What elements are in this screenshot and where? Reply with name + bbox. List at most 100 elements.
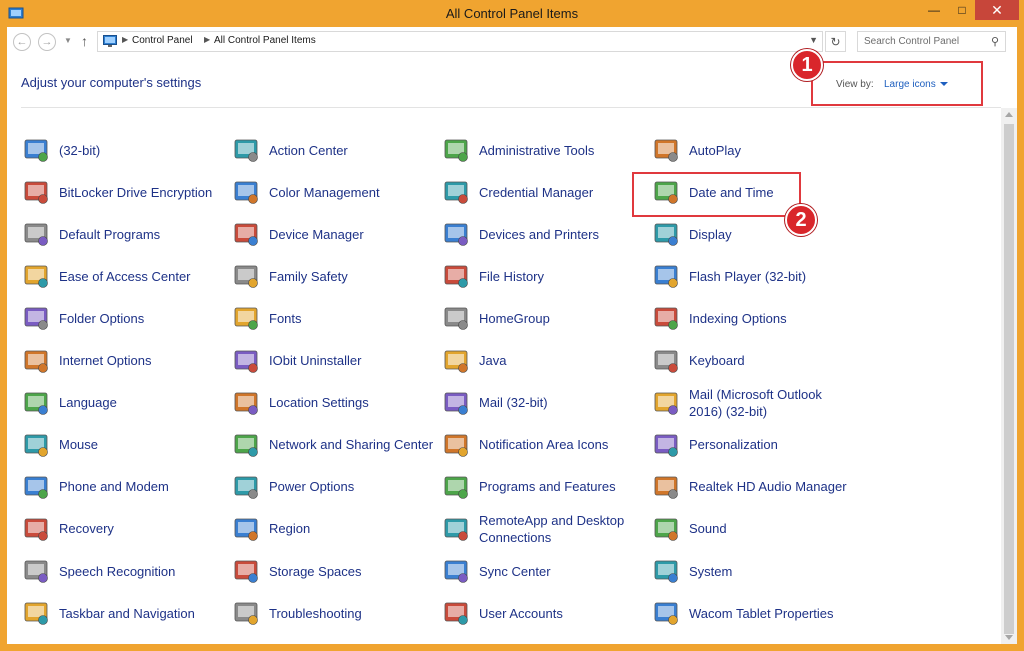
control-panel-item[interactable]: File History — [441, 259, 641, 293]
control-panel-item[interactable]: IObit Uninstaller — [231, 344, 431, 378]
control-panel-item[interactable]: Internet Options — [21, 344, 221, 378]
item-label[interactable]: Phone and Modem — [59, 470, 227, 504]
item-label[interactable]: Location Settings — [269, 386, 437, 420]
control-panel-item[interactable]: Mouse — [21, 428, 221, 462]
item-label[interactable]: Troubleshooting — [269, 596, 437, 630]
item-label[interactable]: Recovery — [59, 512, 227, 546]
control-panel-item[interactable]: Mail (32-bit) — [441, 386, 641, 420]
control-panel-item[interactable]: Recovery — [21, 512, 221, 546]
title-bar[interactable]: All Control Panel Items — □ ✕ — [0, 0, 1024, 27]
item-label[interactable]: File History — [479, 259, 647, 293]
control-panel-item[interactable]: Troubleshooting — [231, 596, 431, 630]
control-panel-item[interactable]: Language — [21, 386, 221, 420]
back-button[interactable]: ← — [13, 33, 31, 51]
control-panel-item[interactable]: Realtek HD Audio Manager — [651, 470, 851, 504]
item-label[interactable]: AutoPlay — [689, 133, 857, 167]
maximize-button[interactable]: □ — [948, 0, 976, 20]
control-panel-item[interactable]: Java — [441, 344, 641, 378]
item-label[interactable]: Language — [59, 386, 227, 420]
item-label[interactable]: System — [689, 554, 857, 588]
chevron-right-icon[interactable]: ▶ — [204, 35, 210, 44]
item-label[interactable]: User Accounts — [479, 596, 647, 630]
item-label[interactable]: Display — [689, 217, 857, 251]
control-panel-item[interactable]: Credential Manager — [441, 175, 641, 209]
control-panel-item[interactable]: Flash Player (32-bit) — [651, 259, 851, 293]
control-panel-item[interactable]: BitLocker Drive Encryption — [21, 175, 221, 209]
scrollbar-thumb[interactable] — [1004, 124, 1014, 634]
item-label[interactable]: Network and Sharing Center — [269, 428, 437, 462]
item-label[interactable]: Devices and Printers — [479, 217, 647, 251]
address-bar[interactable]: ▶ Control Panel ▶ All Control Panel Item… — [97, 31, 823, 52]
minimize-button[interactable]: — — [920, 0, 948, 20]
item-label[interactable]: Keyboard — [689, 344, 857, 378]
search-icon[interactable]: ⚲ — [991, 35, 999, 48]
breadcrumb-control-panel[interactable]: Control Panel — [132, 35, 193, 46]
item-label[interactable]: Indexing Options — [689, 301, 857, 335]
control-panel-item[interactable]: Personalization — [651, 428, 851, 462]
item-label[interactable]: Device Manager — [269, 217, 437, 251]
control-panel-item[interactable]: Phone and Modem — [21, 470, 221, 504]
control-panel-item[interactable]: Devices and Printers — [441, 217, 641, 251]
control-panel-item[interactable]: RemoteApp and Desktop Connections — [441, 512, 641, 546]
recent-locations-button[interactable]: ▼ — [64, 36, 72, 45]
control-panel-item[interactable]: Location Settings — [231, 386, 431, 420]
item-label[interactable]: Wacom Tablet Properties — [689, 596, 857, 630]
control-panel-item[interactable]: Region — [231, 512, 431, 546]
item-label[interactable]: Sync Center — [479, 554, 647, 588]
item-label[interactable]: Storage Spaces — [269, 554, 437, 588]
refresh-button[interactable]: ↻ — [825, 31, 846, 52]
item-label[interactable]: Ease of Access Center — [59, 259, 227, 293]
control-panel-item[interactable]: Sync Center — [441, 554, 641, 588]
control-panel-item[interactable]: User Accounts — [441, 596, 641, 630]
control-panel-item[interactable]: Notification Area Icons — [441, 428, 641, 462]
item-label[interactable]: HomeGroup — [479, 301, 647, 335]
control-panel-item[interactable]: System — [651, 554, 851, 588]
control-panel-item[interactable]: AutoPlay — [651, 133, 851, 167]
control-panel-item[interactable]: (32-bit) — [21, 133, 221, 167]
control-panel-item[interactable]: Storage Spaces — [231, 554, 431, 588]
item-label[interactable]: IObit Uninstaller — [269, 344, 437, 378]
item-label[interactable]: Flash Player (32-bit) — [689, 259, 857, 293]
control-panel-item[interactable]: Indexing Options — [651, 301, 851, 335]
control-panel-item[interactable]: Sound — [651, 512, 851, 546]
control-panel-item[interactable]: Wacom Tablet Properties — [651, 596, 851, 630]
control-panel-item[interactable]: Programs and Features — [441, 470, 641, 504]
item-label[interactable]: Java — [479, 344, 647, 378]
control-panel-item[interactable]: Speech Recognition — [21, 554, 221, 588]
forward-button[interactable]: → — [38, 33, 56, 51]
item-label[interactable]: Realtek HD Audio Manager — [689, 470, 857, 504]
item-label[interactable]: Sound — [689, 512, 857, 546]
item-label[interactable]: Region — [269, 512, 437, 546]
item-label[interactable]: RemoteApp and Desktop Connections — [479, 512, 647, 546]
item-label[interactable]: (32-bit) — [59, 133, 227, 167]
vertical-scrollbar[interactable] — [1001, 108, 1017, 644]
search-input[interactable]: Search Control Panel ⚲ — [857, 31, 1006, 52]
scroll-down-icon[interactable] — [1005, 635, 1013, 640]
control-panel-item[interactable]: Administrative Tools — [441, 133, 641, 167]
item-label[interactable]: Programs and Features — [479, 470, 647, 504]
item-label[interactable]: Mail (32-bit) — [479, 386, 647, 420]
control-panel-item[interactable]: HomeGroup — [441, 301, 641, 335]
control-panel-item[interactable]: Color Management — [231, 175, 431, 209]
item-label[interactable]: Credential Manager — [479, 175, 647, 209]
item-label[interactable]: Notification Area Icons — [479, 428, 647, 462]
breadcrumb-all-items[interactable]: All Control Panel Items — [214, 35, 316, 46]
item-label[interactable]: Administrative Tools — [479, 133, 647, 167]
item-label[interactable]: Folder Options — [59, 301, 227, 335]
control-panel-item[interactable]: Taskbar and Navigation — [21, 596, 221, 630]
item-label[interactable]: Default Programs — [59, 217, 227, 251]
control-panel-item[interactable]: Display — [651, 217, 851, 251]
item-label[interactable]: Personalization — [689, 428, 857, 462]
item-label[interactable]: Mouse — [59, 428, 227, 462]
item-label[interactable]: Taskbar and Navigation — [59, 596, 227, 630]
chevron-down-icon[interactable]: ▼ — [809, 35, 818, 45]
control-panel-item[interactable]: Fonts — [231, 301, 431, 335]
control-panel-item[interactable]: Network and Sharing Center — [231, 428, 433, 462]
item-label[interactable]: Speech Recognition — [59, 554, 227, 588]
control-panel-item[interactable]: Action Center — [231, 133, 431, 167]
close-button[interactable]: ✕ — [975, 0, 1019, 20]
control-panel-item[interactable]: Keyboard — [651, 344, 851, 378]
scroll-up-icon[interactable] — [1005, 112, 1013, 117]
item-label[interactable]: Color Management — [269, 175, 437, 209]
item-label[interactable]: BitLocker Drive Encryption — [59, 175, 227, 209]
